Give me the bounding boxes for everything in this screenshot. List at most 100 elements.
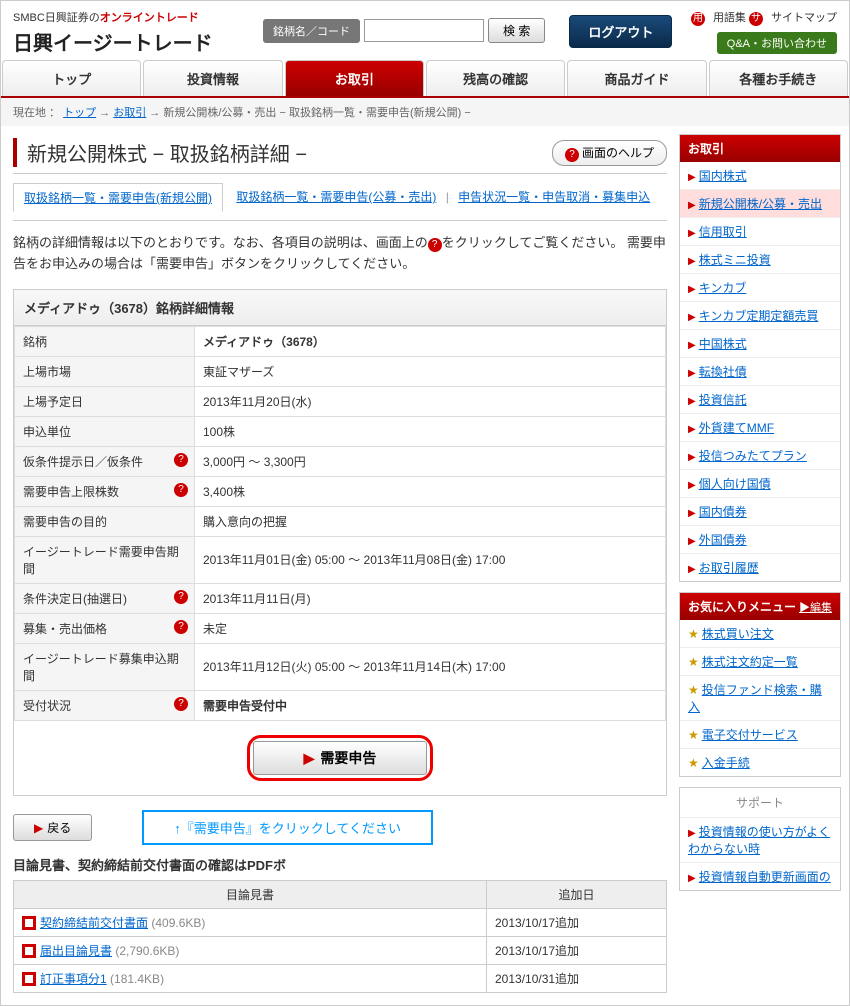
sitemap-icon: サ [749, 12, 763, 26]
subtab-link[interactable]: 取扱銘柄一覧・需要申告(公募・売出) [236, 190, 436, 204]
sidebar-item[interactable]: ▶株式ミニ投資 [680, 246, 840, 274]
logout-button[interactable]: ログアウト [569, 15, 672, 48]
doc-link[interactable]: 契約締結前交付書面 [40, 916, 148, 930]
sidebar-item[interactable]: ★投信ファンド検索・購入 [680, 676, 840, 721]
detail-label: イージートレード需要申告期間 [15, 536, 195, 583]
detail-label: 需要申告上限株数? [15, 476, 195, 506]
apply-button[interactable]: ▶需要申告 [253, 741, 428, 775]
detail-value: 2013年11月12日(火) 05:00 〜 2013年11月14日(木) 17… [195, 643, 666, 690]
detail-label: 仮条件提示日／仮条件? [15, 446, 195, 476]
detail-value: 2013年11月01日(金) 05:00 〜 2013年11月08日(金) 17… [195, 536, 666, 583]
arrow-icon: ▶ [688, 284, 696, 295]
help-button[interactable]: ?画面のヘルプ [552, 140, 667, 166]
doc-date: 2013/10/17追加 [487, 908, 667, 936]
sidebar-item[interactable]: ★入金手続 [680, 749, 840, 776]
sidebar-item[interactable]: ▶外貨建てMMF [680, 414, 840, 442]
breadcrumb-link[interactable]: お取引 [113, 107, 146, 119]
question-icon[interactable]: ? [174, 483, 188, 497]
arrow-icon: ▶ [688, 256, 696, 267]
qa-button[interactable]: Q&A・お問い合わせ [717, 32, 837, 54]
arrow-icon: ▶ [688, 340, 696, 351]
detail-label: 上場予定日 [15, 386, 195, 416]
question-icon: ? [565, 148, 579, 162]
sidebar-item[interactable]: ▶新規公開株/公募・売出 [680, 190, 840, 218]
detail-value: メディアドゥ（3678） [195, 326, 666, 356]
arrow-icon: ▶ [688, 480, 696, 491]
detail-label: 申込単位 [15, 416, 195, 446]
arrow-icon: ▶ [688, 424, 696, 435]
sidebar-item[interactable]: ★株式注文約定一覧 [680, 648, 840, 676]
sidebar-item[interactable]: ▶信用取引 [680, 218, 840, 246]
sidebar-item[interactable]: ★株式買い注文 [680, 620, 840, 648]
arrow-icon: ▶ [688, 536, 696, 547]
detail-title: メディアドゥ（3678）銘柄詳細情報 [14, 290, 666, 326]
detail-value: 需要申告受付中 [195, 690, 666, 720]
detail-value: 東証マザーズ [195, 356, 666, 386]
sidebar-item[interactable]: ▶投資情報の使い方がよくわからない時 [680, 818, 840, 863]
sidebar-trading-header: お取引 [680, 135, 840, 162]
nav-tab[interactable]: 商品ガイド [567, 60, 706, 96]
question-icon[interactable]: ? [174, 590, 188, 604]
sidebar-item[interactable]: ▶お取引履歴 [680, 554, 840, 581]
detail-label: 銘柄 [15, 326, 195, 356]
arrow-icon: ▶ [688, 312, 696, 323]
detail-label: 条件決定日(抽選日)? [15, 583, 195, 613]
sidebar-item[interactable]: ▶中国株式 [680, 330, 840, 358]
sidebar-item[interactable]: ▶投信つみたてプラン [680, 442, 840, 470]
nav-tab[interactable]: お取引 [285, 60, 424, 96]
pdf-icon [22, 972, 36, 986]
main-nav: トップ投資情報お取引残高の確認商品ガイド各種お手続き [1, 60, 849, 98]
question-icon[interactable]: ? [174, 453, 188, 467]
detail-value: 購入意向の把握 [195, 506, 666, 536]
back-button[interactable]: ▶戻る [13, 814, 92, 841]
sidebar-support-header: サポート [680, 788, 840, 818]
breadcrumb-link[interactable]: トップ [63, 107, 96, 119]
play-icon: ▶ [304, 750, 315, 766]
breadcrumb: 現在地 ： トップ → お取引 → 新規公開株/公募・売出 − 取扱銘柄一覧・需… [1, 98, 849, 126]
sitemap-link[interactable]: サイトマップ [771, 12, 837, 24]
detail-table: 銘柄メディアドゥ（3678）上場市場東証マザーズ上場予定日2013年11月20日… [14, 326, 666, 721]
arrow-icon: ▶ [688, 368, 696, 379]
detail-value: 2013年11月11日(月) [195, 583, 666, 613]
arrow-icon: ▶ [688, 873, 696, 884]
nav-tab[interactable]: 投資情報 [143, 60, 282, 96]
arrow-icon: ▶ [34, 821, 43, 835]
docs-heading: 目論見書、契約締結前交付書面の確認はPDFボ [13, 855, 667, 874]
doc-link[interactable]: 届出目論見書 [40, 944, 112, 958]
question-icon[interactable]: ? [174, 697, 188, 711]
nav-tab[interactable]: 残高の確認 [426, 60, 565, 96]
detail-value: 100株 [195, 416, 666, 446]
subtab-active[interactable]: 取扱銘柄一覧・需要申告(新規公開) [13, 183, 223, 212]
detail-value: 3,000円 〜 3,300円 [195, 446, 666, 476]
arrow-icon: ▶ [688, 396, 696, 407]
sidebar-item[interactable]: ▶投資情報自動更新画面の [680, 863, 840, 890]
sidebar-item[interactable]: ▶投資信託 [680, 386, 840, 414]
page-title: 新規公開株式 − 取扱銘柄詳細 − [13, 138, 552, 167]
doc-link[interactable]: 訂正事項分1 [40, 972, 107, 986]
sidebar-item[interactable]: ★電子交付サービス [680, 721, 840, 749]
sidebar-item[interactable]: ▶個人向け国債 [680, 470, 840, 498]
nav-tab[interactable]: 各種お手続き [709, 60, 848, 96]
glossary-link[interactable]: 用語集 [713, 12, 746, 24]
doc-date: 2013/10/31追加 [487, 964, 667, 992]
detail-label: イージートレード募集申込期間 [15, 643, 195, 690]
search-input[interactable] [364, 19, 484, 42]
fav-edit-link[interactable]: ▶編集 [799, 599, 832, 615]
sidebar-item[interactable]: ▶転換社債 [680, 358, 840, 386]
arrow-icon: ▶ [688, 564, 696, 575]
star-icon: ★ [688, 655, 699, 669]
nav-tab[interactable]: トップ [2, 60, 141, 96]
sidebar-item[interactable]: ▶外国債券 [680, 526, 840, 554]
star-icon: ★ [688, 756, 699, 770]
search-label: 銘柄名／コード [263, 19, 360, 43]
detail-label: 需要申告の目的 [15, 506, 195, 536]
question-icon[interactable]: ? [174, 620, 188, 634]
sidebar-item[interactable]: ▶国内株式 [680, 162, 840, 190]
question-icon[interactable]: ? [428, 238, 442, 252]
sidebar-item[interactable]: ▶キンカブ定期定額売買 [680, 302, 840, 330]
detail-label: 募集・売出価格? [15, 613, 195, 643]
sidebar-item[interactable]: ▶国内債券 [680, 498, 840, 526]
subtab-link[interactable]: 申告状況一覧・申告取消・募集申込 [458, 190, 650, 204]
sidebar-item[interactable]: ▶キンカブ [680, 274, 840, 302]
search-button[interactable]: 検 索 [488, 18, 545, 43]
